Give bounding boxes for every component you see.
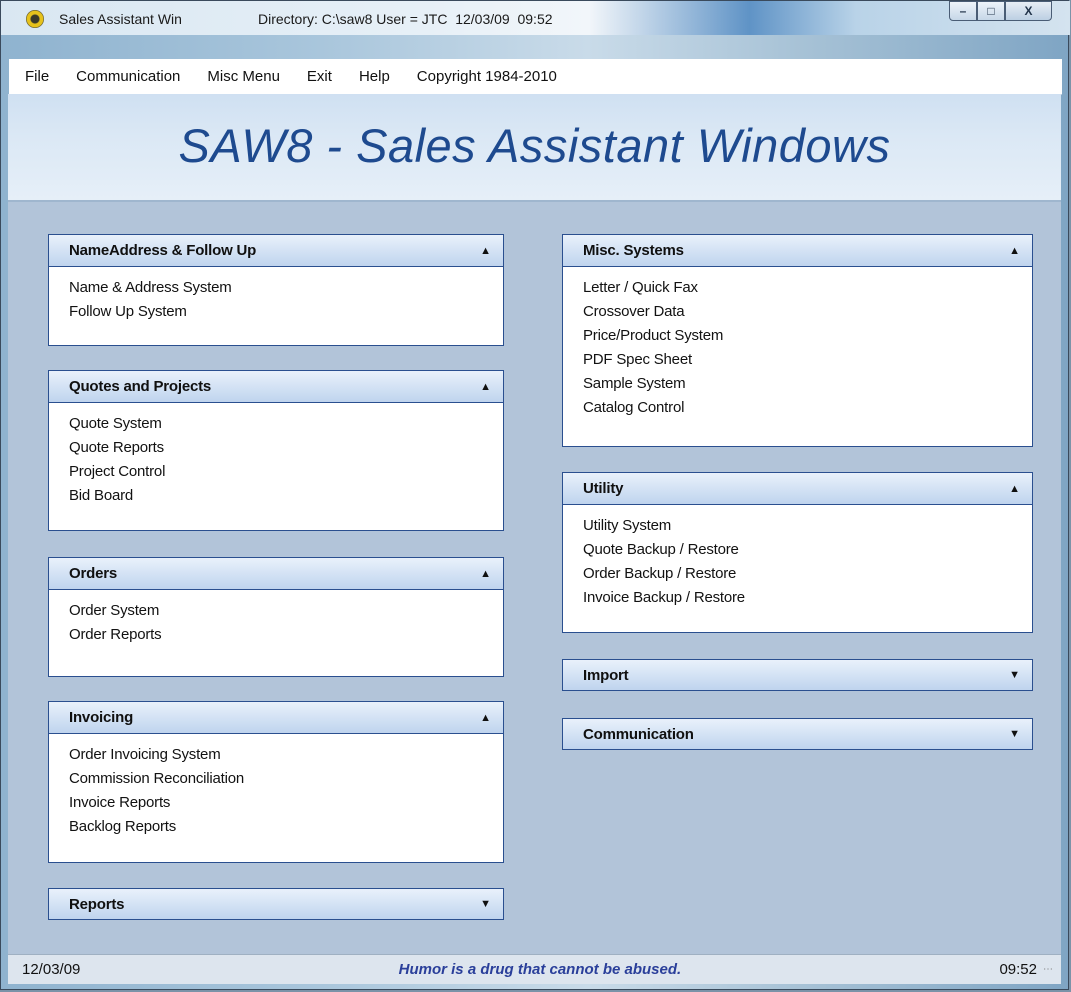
menu-copyright[interactable]: Copyright 1984-2010: [417, 68, 557, 85]
panel-header[interactable]: Quotes and Projects ▲: [49, 371, 503, 403]
link-quote-backup-restore[interactable]: Quote Backup / Restore: [583, 538, 1032, 562]
panel-title: Quotes and Projects: [69, 378, 212, 395]
directory-info: Directory: C:\saw8 User = JTC 12/03/09 0…: [258, 11, 553, 27]
panel-quotes-projects: Quotes and Projects ▲ Quote System Quote…: [48, 370, 504, 531]
panel-header[interactable]: Import ▼: [563, 660, 1032, 690]
expand-arrow-icon[interactable]: ▼: [480, 898, 491, 910]
panel-misc-systems: Misc. Systems ▲ Letter / Quick Fax Cross…: [562, 234, 1033, 447]
minimize-icon: –: [959, 4, 967, 18]
panel-title: Misc. Systems: [583, 242, 684, 259]
panel-orders: Orders ▲ Order System Order Reports: [48, 557, 504, 677]
expand-arrow-icon[interactable]: ▼: [1009, 728, 1020, 740]
maximize-icon: □: [987, 4, 995, 18]
link-order-system[interactable]: Order System: [69, 599, 503, 623]
panel-header[interactable]: Reports ▼: [49, 889, 503, 919]
panel-title: Orders: [69, 565, 117, 582]
panel-title: Utility: [583, 480, 624, 497]
banner-title: SAW8 - Sales Assistant Windows: [178, 119, 891, 172]
panel-title: Communication: [583, 725, 694, 743]
link-order-invoicing-system[interactable]: Order Invoicing System: [69, 743, 503, 767]
menu-bar: File Communication Misc Menu Exit Help C…: [9, 59, 1062, 95]
app-logo-icon[interactable]: [26, 10, 44, 28]
panel-header[interactable]: Misc. Systems ▲: [563, 235, 1032, 267]
panel-header[interactable]: NameAddress & Follow Up ▲: [49, 235, 503, 267]
link-sample-system[interactable]: Sample System: [583, 372, 1032, 396]
panel-utility: Utility ▲ Utility System Quote Backup / …: [562, 472, 1033, 633]
link-bid-board[interactable]: Bid Board: [69, 484, 503, 508]
status-time: 09:52: [999, 961, 1037, 978]
link-invoice-backup-restore[interactable]: Invoice Backup / Restore: [583, 586, 1032, 610]
status-message: Humor is a drug that cannot be abused.: [398, 961, 682, 978]
link-name-address-system[interactable]: Name & Address System: [69, 276, 503, 300]
window-controls: – □ X: [949, 1, 1052, 23]
menu-misc[interactable]: Misc Menu: [207, 68, 280, 85]
collapse-arrow-icon[interactable]: ▲: [1009, 483, 1020, 495]
collapse-arrow-icon[interactable]: ▲: [480, 245, 491, 257]
link-commission-reconciliation[interactable]: Commission Reconciliation: [69, 767, 503, 791]
panel-communication[interactable]: Communication ▼: [562, 718, 1033, 750]
menu-file[interactable]: File: [25, 68, 49, 85]
link-price-product-system[interactable]: Price/Product System: [583, 324, 1032, 348]
expand-arrow-icon[interactable]: ▼: [1009, 669, 1020, 681]
link-order-backup-restore[interactable]: Order Backup / Restore: [583, 562, 1032, 586]
panel-nameaddress: NameAddress & Follow Up ▲ Name & Address…: [48, 234, 504, 346]
main-content: SAW8 - Sales Assistant Windows NameAddre…: [8, 94, 1061, 954]
panel-title: Invoicing: [69, 709, 134, 726]
window-title: Sales Assistant Win: [59, 11, 182, 27]
minimize-button[interactable]: –: [949, 1, 977, 21]
panel-header[interactable]: Invoicing ▲: [49, 702, 503, 734]
link-quote-reports[interactable]: Quote Reports: [69, 436, 503, 460]
collapse-arrow-icon[interactable]: ▲: [480, 568, 491, 580]
panel-header[interactable]: Communication ▼: [563, 719, 1032, 749]
collapse-arrow-icon[interactable]: ▲: [1009, 245, 1020, 257]
link-pdf-spec-sheet[interactable]: PDF Spec Sheet: [583, 348, 1032, 372]
panel-invoicing: Invoicing ▲ Order Invoicing System Commi…: [48, 701, 504, 863]
status-date: 12/03/09: [22, 961, 81, 978]
panel-import[interactable]: Import ▼: [562, 659, 1033, 691]
link-crossover-data[interactable]: Crossover Data: [583, 300, 1032, 324]
maximize-button[interactable]: □: [977, 1, 1005, 21]
link-follow-up-system[interactable]: Follow Up System: [69, 300, 503, 324]
close-icon: X: [1024, 4, 1033, 18]
menu-communication[interactable]: Communication: [76, 68, 180, 85]
collapse-arrow-icon[interactable]: ▲: [480, 381, 491, 393]
menu-exit[interactable]: Exit: [307, 68, 332, 85]
resize-grip-icon[interactable]: ⋯: [1043, 964, 1053, 975]
link-backlog-reports[interactable]: Backlog Reports: [69, 815, 503, 839]
close-button[interactable]: X: [1005, 1, 1052, 21]
link-letter-quick-fax[interactable]: Letter / Quick Fax: [583, 276, 1032, 300]
link-utility-system[interactable]: Utility System: [583, 514, 1032, 538]
menu-help[interactable]: Help: [359, 68, 390, 85]
panel-title: NameAddress & Follow Up: [69, 242, 257, 259]
panel-reports[interactable]: Reports ▼: [48, 888, 504, 920]
link-invoice-reports[interactable]: Invoice Reports: [69, 791, 503, 815]
banner: SAW8 - Sales Assistant Windows: [8, 94, 1061, 202]
panel-title: Reports: [69, 895, 125, 913]
link-catalog-control[interactable]: Catalog Control: [583, 396, 1032, 420]
panel-header[interactable]: Utility ▲: [563, 473, 1032, 505]
link-quote-system[interactable]: Quote System: [69, 412, 503, 436]
title-bar[interactable]: Sales Assistant Win Directory: C:\saw8 U…: [1, 1, 1070, 35]
panel-title: Import: [583, 666, 629, 684]
link-order-reports[interactable]: Order Reports: [69, 623, 503, 647]
status-bar: 12/03/09 Humor is a drug that cannot be …: [8, 954, 1061, 984]
link-project-control[interactable]: Project Control: [69, 460, 503, 484]
collapse-arrow-icon[interactable]: ▲: [480, 712, 491, 724]
panel-header[interactable]: Orders ▲: [49, 558, 503, 590]
